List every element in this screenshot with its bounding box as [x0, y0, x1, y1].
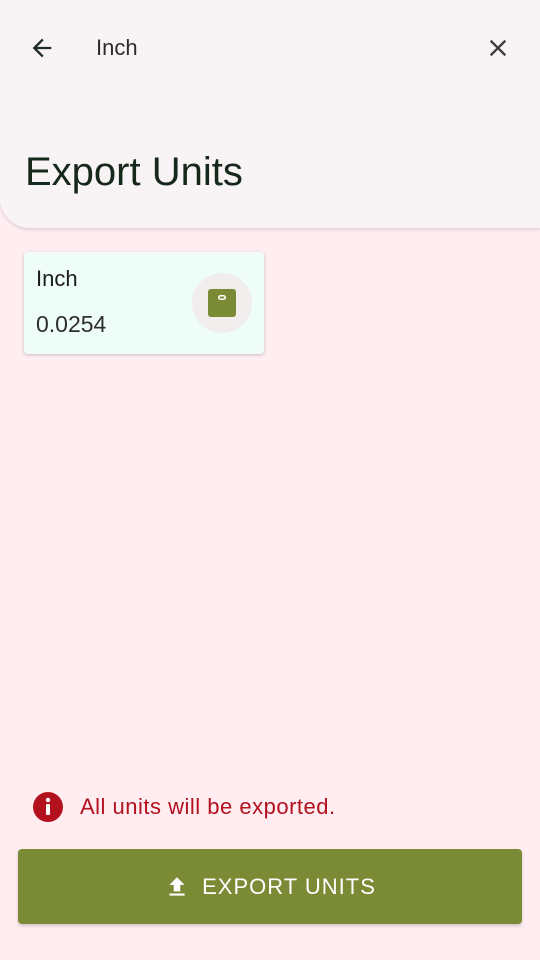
info-icon	[33, 792, 63, 822]
export-units-button[interactable]: EXPORT UNITS	[18, 849, 522, 924]
arrow-left-icon	[32, 38, 52, 58]
info-text: All units will be exported.	[80, 794, 336, 819]
unit-card[interactable]: Inch 0.0254	[24, 252, 264, 354]
search-input[interactable]: Inch	[96, 34, 138, 62]
unit-name: Inch	[36, 266, 78, 291]
export-units-screen: Inch Export Units Inch 0.0254 All units …	[0, 0, 540, 960]
clear-search-button[interactable]	[472, 22, 524, 74]
upload-icon	[169, 876, 185, 896]
remove-square-icon	[208, 289, 236, 317]
close-icon	[489, 39, 507, 57]
unit-select-toggle[interactable]	[192, 273, 252, 333]
top-app-bar: Inch Export Units	[0, 0, 540, 228]
unit-value: 0.0254	[36, 311, 107, 337]
info-message: All units will be exported.	[32, 792, 336, 822]
page-title: Export Units	[25, 150, 243, 194]
back-button[interactable]	[16, 22, 68, 74]
export-button-label: EXPORT UNITS	[202, 873, 376, 899]
